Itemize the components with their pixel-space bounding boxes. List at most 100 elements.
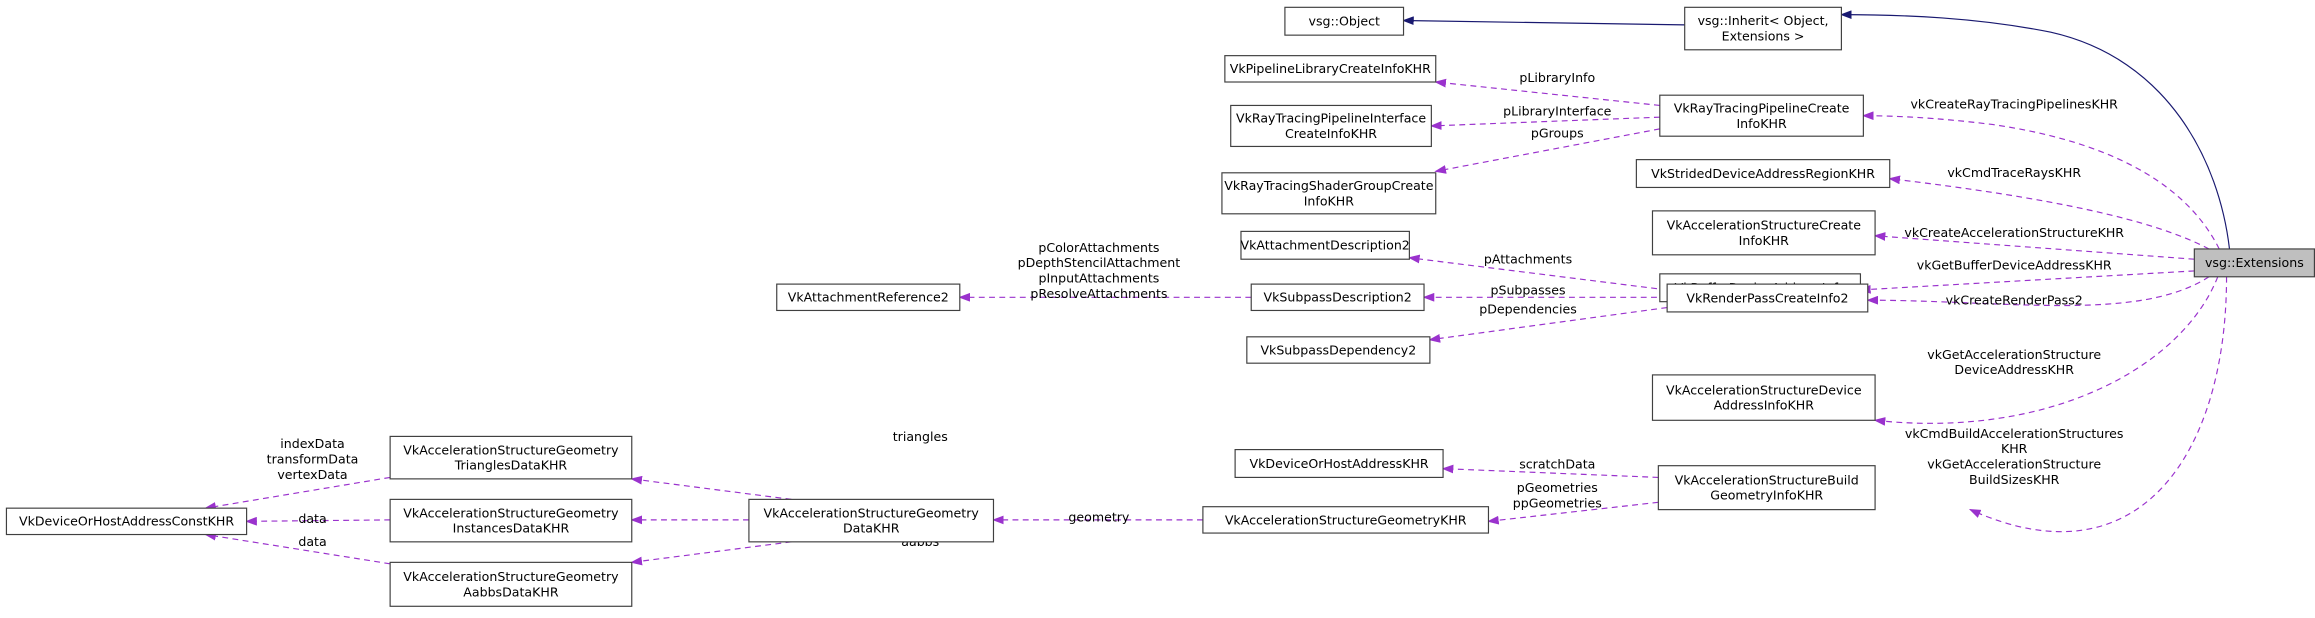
edge-buildgeom-to-dohkhr: scratchData — [1441, 457, 1659, 478]
class-node-ext[interactable]: vsg::Extensions — [2193, 248, 2315, 278]
edge-rtpipe-to-rtiface: pLibraryInterface — [1429, 104, 1660, 130]
node-label: TrianglesDataKHR — [454, 458, 568, 473]
node-label: VkSubpassDescription2 — [1263, 290, 1411, 305]
edge-label: pLibraryInterface — [1503, 104, 1612, 119]
node-label: VkRenderPassCreateInfo2 — [1686, 290, 1848, 305]
edge-label: vkCreateRenderPass2 — [1946, 293, 2083, 308]
class-node-geomkhr[interactable]: VkAccelerationStructureGeometryKHR — [1202, 506, 1490, 534]
node-label: InfoKHR — [1739, 233, 1790, 248]
usage-arrow — [630, 541, 792, 566]
class-node-rtshader[interactable]: VkRayTracingShaderGroupCreateInfoKHR — [1221, 172, 1437, 215]
node-label: InfoKHR — [1736, 116, 1787, 131]
class-node-dohkhr[interactable]: VkDeviceOrHostAddressKHR — [1234, 449, 1444, 478]
inheritance-arrow — [1402, 16, 1685, 26]
edge-geomdata-to-tri: triangles — [630, 429, 948, 500]
class-node-strided[interactable]: VkStridedDeviceAddressRegionKHR — [1635, 159, 1891, 189]
class-node-rtpipe[interactable]: VkRayTracingPipelineCreateInfoKHR — [1659, 94, 1864, 137]
node-label: VkAccelerationStructureCreate — [1667, 218, 1862, 233]
class-node-subpass[interactable]: VkSubpassDescription2 — [1250, 283, 1425, 312]
node-label: VkAttachmentDescription2 — [1241, 238, 1410, 253]
node-label: DataKHR — [843, 521, 900, 536]
edge-label: transformData — [267, 452, 359, 467]
class-node-rtiface[interactable]: VkRayTracingPipelineInterfaceCreateInfoK… — [1230, 104, 1432, 148]
node-label: VkAccelerationStructureGeometry — [403, 442, 619, 457]
class-node-attdesc[interactable]: VkAttachmentDescription2 — [1240, 230, 1410, 260]
node-label: VkAccelerationStructureGeometry — [403, 505, 619, 520]
node-label: VkRayTracingPipelineCreate — [1674, 100, 1850, 115]
node-label: VkDeviceOrHostAddressConstKHR — [19, 514, 234, 529]
node-label: AddressInfoKHR — [1714, 398, 1815, 413]
node-label: VkAccelerationStructureDevice — [1666, 382, 1862, 397]
edges: vkCreateRayTracingPipelinesKHR vkCmdTrace… — [204, 10, 2231, 566]
class-node-subdep[interactable]: VkSubpassDependency2 — [1246, 336, 1431, 364]
edge-label: data — [298, 534, 326, 549]
class-node-aabb[interactable]: VkAccelerationStructureGeometryAabbsData… — [389, 561, 633, 607]
edge-label: data — [298, 511, 326, 526]
collaboration-diagram: vkCreateRayTracingPipelinesKHR vkCmdTrace… — [5, 6, 2315, 607]
edge-ext-to-ascreate: vkCreateAccelerationStructureKHR — [1873, 225, 2195, 260]
edge-rtpipe-to-rtshader: pGroups — [1434, 126, 1660, 174]
edge-label: vertexData — [277, 467, 347, 482]
class-node-dohconst[interactable]: VkDeviceOrHostAddressConstKHR — [5, 507, 248, 536]
edge-ext-to-renderpass: vkCreateRenderPass2 — [1866, 276, 2210, 308]
edge-label: vkCmdBuildAccelerationStructures — [1905, 426, 2124, 441]
class-node-renderpass[interactable]: VkRenderPassCreateInfo2 — [1666, 283, 1869, 313]
node-label: VkAccelerationStructureBuild — [1675, 472, 1859, 487]
node-label: vsg::Extensions — [2205, 255, 2304, 270]
class-node-geomdata[interactable]: VkAccelerationStructureGeometryDataKHR — [748, 498, 995, 543]
class-node-inst[interactable]: VkAccelerationStructureGeometryInstances… — [389, 498, 633, 543]
node-label: VkAccelerationStructureGeometry — [403, 569, 619, 584]
node-label: CreateInfoKHR — [1285, 126, 1377, 141]
edge-label: vkCreateAccelerationStructureKHR — [1904, 225, 2124, 240]
edge-label: pGeometries — [1517, 480, 1598, 495]
edge-label: KHR — [2001, 441, 2028, 456]
class-node-attref[interactable]: VkAttachmentReference2 — [776, 283, 961, 312]
edge-label: pAttachments — [1484, 252, 1572, 267]
edge-subpass-to-attref: pColorAttachmentspDepthStencilAttachment… — [958, 240, 1252, 302]
edge-label: BuildSizesKHR — [1969, 472, 2060, 487]
node-label: VkRayTracingShaderGroupCreate — [1224, 178, 1433, 193]
class-node-ascreate[interactable]: VkAccelerationStructureCreateInfoKHR — [1651, 210, 1876, 256]
class-node-inherit[interactable]: vsg::Inherit< Object,Extensions > — [1684, 6, 1842, 51]
edge-ext-to-inherit — [1839, 10, 2231, 250]
node-label: VkDeviceOrHostAddressKHR — [1250, 456, 1429, 471]
class-node-tri[interactable]: VkAccelerationStructureGeometryTriangles… — [389, 435, 633, 480]
class-node-buildgeom[interactable]: VkAccelerationStructureBuildGeometryInfo… — [1657, 465, 1876, 511]
edge-aabb-to-dohconst: data — [204, 531, 391, 565]
node-label: VkAccelerationStructureGeometry — [764, 505, 980, 520]
node-label: GeometryInfoKHR — [1710, 488, 1823, 503]
node-label: vsg::Inherit< Object, — [1698, 13, 1829, 28]
edge-rtpipe-to-plib: pLibraryInfo — [1434, 70, 1660, 107]
edge-ext-to-bufdev: vkGetBufferDeviceAddressKHR — [1858, 257, 2195, 294]
edge-label: scratchData — [1519, 457, 1595, 472]
edge-label: pDepthStencilAttachment — [1018, 255, 1181, 270]
usage-arrow — [1968, 276, 2228, 533]
edge-label: triangles — [893, 429, 948, 444]
node-label: VkPipelineLibraryCreateInfoKHR — [1230, 61, 1431, 76]
edge-label: pLibraryInfo — [1519, 70, 1595, 85]
node-label: VkStridedDeviceAddressRegionKHR — [1651, 166, 1875, 181]
class-node-plib[interactable]: VkPipelineLibraryCreateInfoKHR — [1224, 55, 1437, 83]
class-node-asdevice[interactable]: VkAccelerationStructureDeviceAddressInfo… — [1651, 374, 1876, 421]
edge-label: indexData — [280, 436, 344, 451]
edge-label: pGroups — [1531, 126, 1584, 141]
edge-label: vkCreateRayTracingPipelinesKHR — [1910, 96, 2118, 111]
edge-label: ppGeometries — [1513, 495, 1602, 510]
node-label: vsg::Object — [1309, 14, 1380, 29]
node-label: InstancesDataKHR — [453, 521, 570, 536]
edge-label: geometry — [1068, 509, 1130, 524]
edge-inherit-to-obj — [1402, 16, 1685, 26]
edge-geomkhr-to-geomdata: geometry — [992, 509, 1203, 524]
edge-label: pSubpasses — [1490, 282, 1565, 297]
node-label: VkRayTracingPipelineInterface — [1236, 111, 1426, 126]
node-label: AabbsDataKHR — [463, 584, 559, 599]
edge-label: vkGetAccelerationStructure — [1927, 457, 2101, 472]
edge-buildgeom-to-geomkhr: pGeometriesppGeometries — [1487, 480, 1659, 525]
edge-renderpass-to-subdep: pDependencies — [1428, 301, 1668, 343]
edge-tri-to-dohconst: indexDatatransformDatavertexData — [204, 436, 391, 511]
edge-label: pColorAttachments — [1038, 240, 1159, 255]
edge-label: pDependencies — [1479, 301, 1577, 316]
class-node-obj[interactable]: vsg::Object — [1284, 6, 1405, 36]
node-label: Extensions > — [1722, 29, 1805, 44]
usage-arrow — [1434, 78, 1660, 107]
